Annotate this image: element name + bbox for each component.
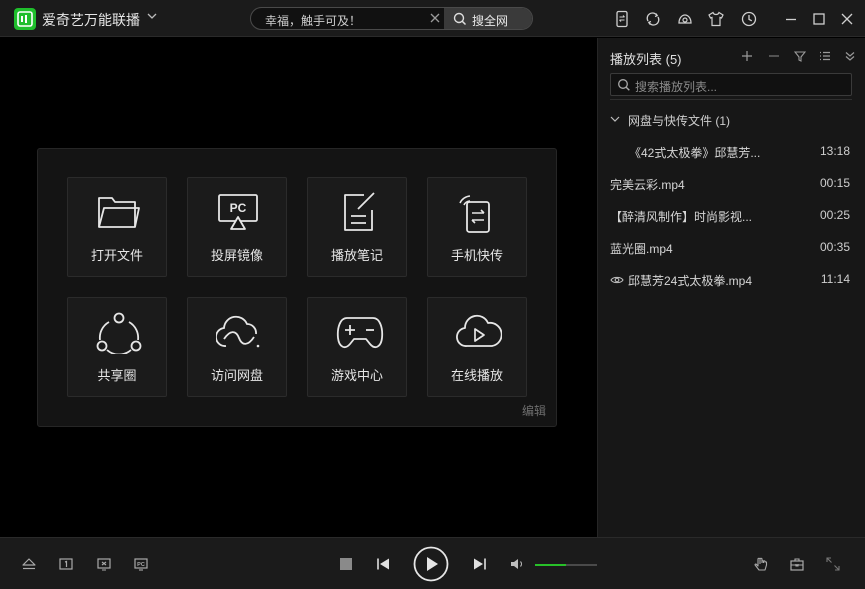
search-input[interactable]: 幸福，触手可及！ xyxy=(265,12,361,29)
previous-icon[interactable] xyxy=(375,557,391,571)
playlist-item-name: 邱慧芳24式太极拳.mp4 xyxy=(628,274,753,288)
playlist-item-duration: 00:35 xyxy=(819,240,850,254)
playlist-item-name: 完美云彩.mp4 xyxy=(610,178,685,192)
add-icon[interactable] xyxy=(741,50,753,62)
tile-game-center[interactable]: 游戏中心 xyxy=(307,297,407,397)
tile-label: 打开文件 xyxy=(90,248,143,263)
search-icon xyxy=(453,12,467,26)
hand-gesture-icon[interactable] xyxy=(753,556,769,572)
volume-icon[interactable] xyxy=(509,557,525,571)
title-bar: 爱奇艺万能联播 幸福，触手可及！ 搜全网 xyxy=(0,0,865,37)
tile-label: 播放笔记 xyxy=(330,248,383,263)
tile-cloud-disk[interactable]: 访问网盘 xyxy=(187,297,287,397)
search-all-label: 搜全网 xyxy=(472,14,509,28)
playlist-title: 播放列表 (5) xyxy=(610,52,682,67)
volume-level xyxy=(535,564,566,566)
toolbox-icon[interactable] xyxy=(789,556,805,572)
tile-screen-mirror[interactable]: PC 投屏镜像 xyxy=(187,177,287,277)
tile-share-circle[interactable]: 共享圈 xyxy=(67,297,167,397)
history-icon[interactable] xyxy=(740,10,758,28)
playlist-item-duration: 13:18 xyxy=(819,144,850,158)
eject-icon[interactable] xyxy=(21,557,37,571)
tv-cast-icon[interactable] xyxy=(96,557,112,571)
list-mode-icon[interactable] xyxy=(819,50,831,62)
shirt-icon[interactable] xyxy=(707,10,725,28)
quick-launch-panel: 打开文件 PC 投屏镜像 播放笔记 手机快传 共享圈 访问网盘 游戏中心 在线播… xyxy=(37,148,557,427)
svg-text:PC: PC xyxy=(230,201,247,215)
app-logo-icon[interactable] xyxy=(14,8,36,30)
divider xyxy=(610,99,852,100)
stop-icon[interactable] xyxy=(339,557,353,571)
play-button[interactable] xyxy=(413,546,449,582)
share-icon xyxy=(96,312,142,354)
sync-icon[interactable] xyxy=(644,10,662,28)
folder-icon xyxy=(98,197,140,228)
playlist-item[interactable]: 《42式太极拳》邱慧芳... 13:18 xyxy=(598,136,865,168)
tile-play-notes[interactable]: 播放笔记 xyxy=(307,177,407,277)
chevron-down-icon[interactable] xyxy=(147,11,157,21)
clear-icon[interactable] xyxy=(429,12,441,24)
playlist-item[interactable]: 邱慧芳24式太极拳.mp4 11:14 xyxy=(598,264,865,296)
tile-label: 共享圈 xyxy=(97,368,137,383)
playlist-item-duration: 00:15 xyxy=(819,176,850,190)
playlist-item[interactable]: 【醉清风制作】时尚影视... 00:25 xyxy=(598,200,865,232)
tile-label: 在线播放 xyxy=(450,368,503,383)
edit-button[interactable]: 编辑 xyxy=(522,402,546,419)
control-bar: PC xyxy=(0,537,865,589)
group-label: 网盘与快传文件 (1) xyxy=(628,114,731,128)
playlist-item-duration: 11:14 xyxy=(820,272,850,286)
search-box: 幸福，触手可及！ 搜全网 xyxy=(250,7,533,30)
phone-transfer-icon[interactable] xyxy=(613,10,631,28)
filter-icon[interactable] xyxy=(794,50,806,62)
pc-screen-icon[interactable]: PC xyxy=(133,557,149,571)
phone-transfer-icon xyxy=(459,195,490,233)
minimize-icon[interactable] xyxy=(782,10,800,28)
close-icon[interactable] xyxy=(838,10,856,28)
playlist-item-name: 《42式太极拳》邱慧芳... xyxy=(629,146,761,160)
tile-label: 访问网盘 xyxy=(210,368,263,383)
tile-label: 手机快传 xyxy=(450,248,503,263)
playlist-item-name: 蓝光圈.mp4 xyxy=(610,242,673,256)
tile-label: 游戏中心 xyxy=(330,368,383,383)
volume-slider[interactable] xyxy=(535,564,597,566)
app-title[interactable]: 爱奇艺万能联播 xyxy=(42,10,140,30)
eye-icon xyxy=(610,276,624,284)
search-all-button[interactable]: 搜全网 xyxy=(444,8,532,29)
playlist-search-input[interactable]: 搜索播放列表... xyxy=(635,78,717,95)
tile-open-file[interactable]: 打开文件 xyxy=(67,177,167,277)
cloud-disk-icon xyxy=(216,315,260,348)
note-icon xyxy=(344,192,375,231)
pc-cast-icon: PC xyxy=(218,194,258,230)
cloud-play-icon xyxy=(456,314,502,347)
playlist-item-name: 【醉清风制作】时尚影视... xyxy=(610,210,753,224)
search-icon xyxy=(618,79,630,91)
playlist-item[interactable]: 蓝光圈.mp4 00:35 xyxy=(598,232,865,264)
tile-online-play[interactable]: 在线播放 xyxy=(427,297,527,397)
maximize-icon[interactable] xyxy=(810,10,828,28)
playlist-item[interactable]: 完美云彩.mp4 00:15 xyxy=(598,168,865,200)
collapse-icon[interactable] xyxy=(844,50,856,62)
chevron-down-icon[interactable] xyxy=(610,114,620,124)
video-area[interactable]: 打开文件 PC 投屏镜像 播放笔记 手机快传 共享圈 访问网盘 游戏中心 在线播… xyxy=(0,38,597,537)
playlist-search[interactable]: 搜索播放列表... xyxy=(610,73,852,96)
svg-text:PC: PC xyxy=(137,562,145,568)
tile-label: 投屏镜像 xyxy=(210,248,263,263)
tile-phone-transfer[interactable]: 手机快传 xyxy=(427,177,527,277)
remove-icon[interactable] xyxy=(768,50,780,62)
subtitle-icon[interactable] xyxy=(58,557,74,571)
playlist-sidebar: 播放列表 (5) 搜索播放列表... 网盘与快传文件 (1) 《42式太极拳》邱… xyxy=(597,38,865,537)
fullscreen-icon[interactable] xyxy=(825,556,841,572)
gamepad-icon xyxy=(336,317,384,349)
skin-icon[interactable] xyxy=(676,10,694,28)
next-icon[interactable] xyxy=(472,557,488,571)
playlist-item-duration: 00:25 xyxy=(819,208,850,222)
